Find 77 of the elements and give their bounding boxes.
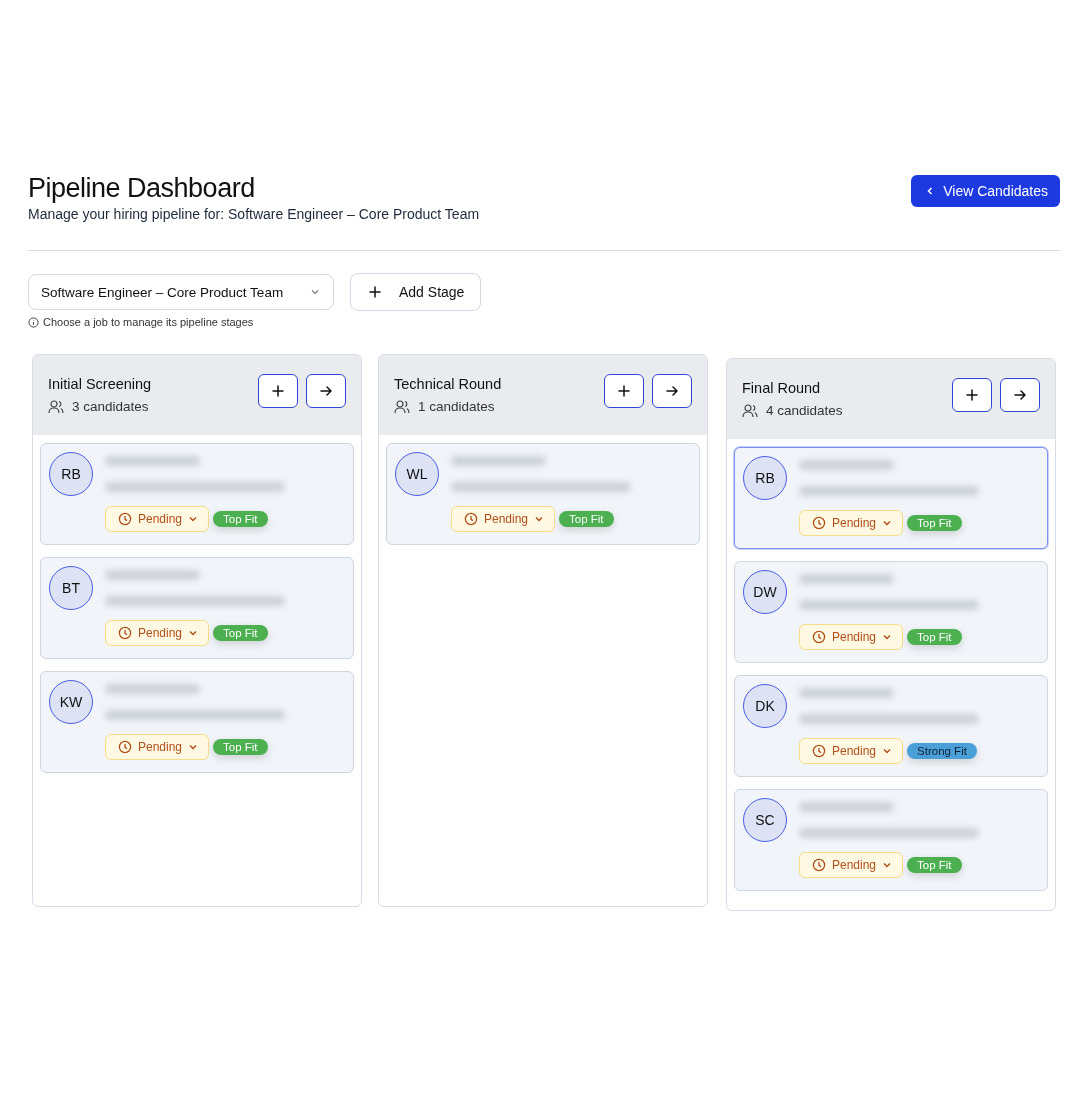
add-candidate-button[interactable] [258,374,298,408]
page-title: Pipeline Dashboard [28,172,256,204]
avatar: RB [49,452,93,496]
job-hint: Choose a job to manage its pipeline stages [43,316,254,328]
avatar: RB [743,456,787,500]
status-dropdown[interactable]: Pending [451,506,556,532]
arrow-right-icon [318,383,334,399]
clock-icon [464,512,478,526]
clock-icon [118,740,132,754]
chevron-down-icon [534,514,545,524]
plus-icon [616,383,632,399]
clock-icon [118,512,132,526]
people-icon [394,399,410,414]
candidate-count: 1 candidates [418,399,495,414]
avatar: BT [49,566,93,610]
clock-icon [812,858,826,872]
add-stage-button[interactable]: Add Stage [350,273,482,311]
chevron-down-icon [882,632,893,642]
fit-badge: Top Fit [213,739,268,755]
candidate-card[interactable]: WL Pending Top Fit [386,443,700,545]
plus-icon [367,284,383,300]
candidate-card[interactable]: BT Pending Top Fit [40,557,354,659]
fit-badge: Strong Fit [907,743,977,759]
next-stage-button[interactable] [652,374,692,408]
people-icon [742,403,758,418]
candidate-card[interactable]: DW Pending Top Fit [734,561,1048,663]
candidate-card[interactable]: SC Pending Top Fit [734,789,1048,891]
candidate-count: 3 candidates [72,399,149,414]
info-icon [28,316,39,328]
clock-icon [812,630,826,644]
avatar: DW [743,570,787,614]
add-candidate-button[interactable] [952,378,992,412]
arrow-right-icon [1012,387,1028,403]
arrow-right-icon [664,383,680,399]
status-dropdown[interactable]: Pending [105,620,210,646]
chevron-down-icon [188,742,199,752]
candidate-card[interactable]: RB Pending Top Fit [40,443,354,545]
plus-icon [270,383,286,399]
status-dropdown[interactable]: Pending [799,510,904,536]
fit-badge: Top Fit [907,857,962,873]
status-dropdown[interactable]: Pending [799,738,904,764]
next-stage-button[interactable] [306,374,346,408]
clock-icon [812,744,826,758]
stage-title: Initial Screening [48,376,152,392]
status-dropdown[interactable]: Pending [105,734,210,760]
status-dropdown[interactable]: Pending [105,506,210,532]
add-candidate-button[interactable] [604,374,644,408]
candidate-card[interactable]: RB Pending Top Fit [734,447,1048,549]
chevron-down-icon [882,860,893,870]
avatar: WL [395,452,439,496]
candidate-count: 4 candidates [766,403,843,418]
fit-badge: Top Fit [907,629,962,645]
fit-badge: Top Fit [213,511,268,527]
avatar: KW [49,680,93,724]
avatar: SC [743,798,787,842]
fit-badge: Top Fit [213,625,268,641]
page-subtitle: Manage your hiring pipeline for: Software Engineer – Core Product Team [28,206,480,222]
stage-title: Technical Round [394,376,502,392]
chevron-down-icon [188,628,199,638]
plus-icon [964,387,980,403]
job-select[interactable]: Software Engineer – Core Product Team [28,274,334,310]
chevron-down-icon [882,746,893,756]
candidate-card[interactable]: DK Pending Strong Fit [734,675,1048,777]
clock-icon [812,516,826,530]
fit-badge: Top Fit [559,511,614,527]
chevron-down-icon [882,518,893,528]
candidate-card[interactable]: KW Pending Top Fit [40,671,354,773]
avatar: DK [743,684,787,728]
next-stage-button[interactable] [1000,378,1040,412]
clock-icon [118,626,132,640]
chevron-down-icon [188,514,199,524]
view-candidates-button[interactable]: View Candidates [911,175,1060,207]
status-dropdown[interactable]: Pending [799,852,904,878]
status-dropdown[interactable]: Pending [799,624,904,650]
people-icon [48,399,64,414]
stage-title: Final Round [742,380,822,396]
fit-badge: Top Fit [907,515,962,531]
